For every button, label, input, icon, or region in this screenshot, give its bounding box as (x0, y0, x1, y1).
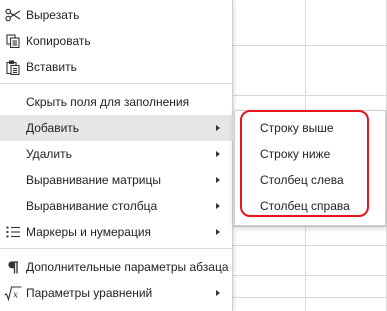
paste-icon (4, 54, 22, 80)
list-icon (4, 219, 22, 245)
submenu-item-column-right[interactable]: Столбец справа (235, 193, 385, 219)
menu-item-cut[interactable]: Вырезать (0, 2, 233, 28)
pilcrow-icon (4, 254, 22, 280)
menu-item-label: Вставить (26, 60, 77, 74)
equation-icon: x (4, 280, 22, 306)
menu-item-label: Вырезать (26, 8, 80, 22)
menu-item-label: Скрыть поля для заполнения (26, 95, 190, 109)
scissors-icon (4, 2, 22, 28)
context-menu: Вырезать Копировать Вставить Скрыть поля… (0, 0, 233, 311)
chevron-right-icon (216, 151, 220, 157)
chevron-right-icon (216, 203, 220, 209)
menu-item-label: Выравнивание столбца (26, 199, 158, 213)
chevron-right-icon (216, 229, 220, 235)
menu-separator (0, 83, 233, 84)
chevron-right-icon (216, 177, 220, 183)
menu-item-label: Копировать (26, 34, 91, 48)
menu-item-label: Маркеры и нумерация (26, 225, 152, 239)
add-submenu: Строку выше Строку ниже Столбец слева Ст… (234, 110, 386, 226)
menu-item-matrix-align[interactable]: Выравнивание матрицы (0, 167, 233, 193)
menu-item-equation-settings[interactable]: x Параметры уравнений (0, 280, 233, 306)
chevron-right-icon (216, 290, 220, 296)
menu-item-paragraph-settings[interactable]: Дополнительные параметры абзаца (0, 254, 233, 280)
menu-item-label: Параметры уравнений (26, 286, 153, 300)
submenu-item-row-above[interactable]: Строку выше (235, 115, 385, 141)
menu-item-column-align[interactable]: Выравнивание столбца (0, 193, 233, 219)
submenu-item-column-left[interactable]: Столбец слева (235, 167, 385, 193)
menu-item-add[interactable]: Добавить (0, 115, 233, 141)
menu-item-delete[interactable]: Удалить (0, 141, 233, 167)
menu-item-label: Дополнительные параметры абзаца (26, 260, 229, 274)
menu-item-label: Добавить (26, 121, 80, 135)
menu-item-label: Выравнивание матрицы (26, 173, 161, 187)
svg-text:x: x (13, 290, 18, 300)
menu-item-copy[interactable]: Копировать (0, 28, 233, 54)
menu-item-hide-fields[interactable]: Скрыть поля для заполнения (0, 89, 233, 115)
menu-separator (0, 248, 233, 249)
copy-icon (4, 28, 22, 54)
submenu-item-row-below[interactable]: Строку ниже (235, 141, 385, 167)
menu-item-paste[interactable]: Вставить (0, 54, 233, 80)
menu-item-label: Удалить (26, 147, 72, 161)
menu-item-bullets[interactable]: Маркеры и нумерация (0, 219, 233, 245)
chevron-right-icon (216, 125, 220, 131)
